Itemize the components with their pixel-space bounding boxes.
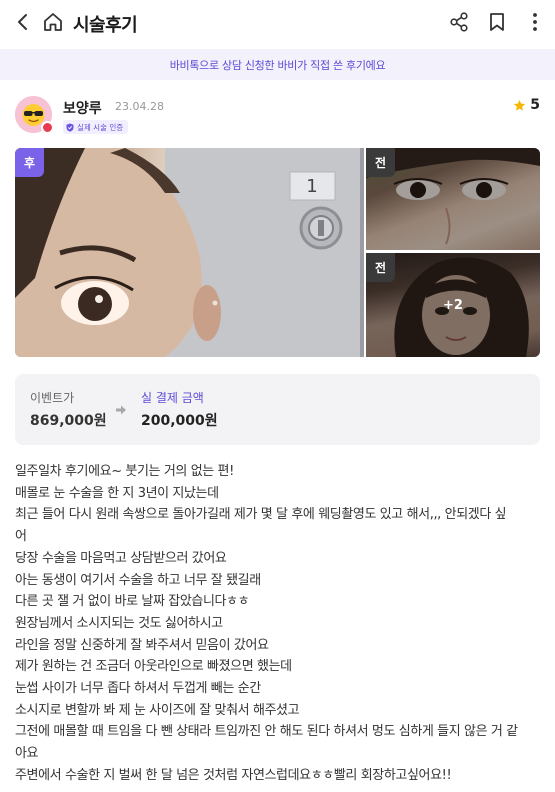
before-tag-1: 전 <box>366 148 395 177</box>
share-icon[interactable] <box>446 9 472 35</box>
bookmark-icon[interactable] <box>484 9 510 35</box>
before-photo-1[interactable]: 전 <box>366 148 540 250</box>
after-photo[interactable]: 1 후 <box>15 148 364 357</box>
review-line: 눈썹 사이가 너무 좁다 하셔서 두껍게 빼는 순간 <box>15 681 261 697</box>
review-line: 라인을 정말 신중하게 잘 봐주셔서 믿음이 갔어요 <box>15 637 269 653</box>
after-photo-image: 1 <box>15 148 364 357</box>
shield-check-icon <box>66 123 74 132</box>
avatar[interactable] <box>15 96 54 134</box>
svg-text:1: 1 <box>306 176 317 197</box>
paid-price-value: 200,000원 <box>141 413 218 429</box>
review-line: 그전에 매몰할 때 트임을 다 뺀 상태라 트임까진 안 해도 된다 하셔서 멍… <box>15 724 518 740</box>
info-banner: 바비톡으로 상담 신청한 바비가 직접 쓴 후기에요 <box>0 49 555 80</box>
more-photos-count[interactable]: +2 <box>366 253 540 357</box>
review-line: 주변에서 수술한 지 벌써 한 달 넘은 것처럼 자연스럽데요ㅎㅎ빨리 회장하고… <box>15 767 452 783</box>
chevron-left-icon[interactable] <box>10 9 36 35</box>
review-line: 원장님께서 소시지되는 것도 싫어하시고 <box>15 615 223 631</box>
before-photo-2[interactable]: 전 +2 <box>366 253 540 357</box>
review-line: 최근 들어 다시 원래 속쌍으로 돌아가길래 제가 몇 달 후에 웨딩촬영도 있… <box>15 507 507 523</box>
review-line: 다른 곳 잴 거 없이 바로 날짜 잡았습니다ㅎㅎ <box>15 594 250 610</box>
review-line: 일주일차 후기에요~ 붓기는 거의 없는 편! <box>15 464 234 479</box>
review-line: 소시지로 변할까 봐 제 눈 사이즈에 잘 맞춰서 해주셨고 <box>15 702 300 718</box>
page-title: 시술후기 <box>73 15 138 36</box>
author-name[interactable]: 보양루 <box>63 98 102 118</box>
top-app-bar: 시술후기 <box>0 0 555 46</box>
price-card: 이벤트가 869,000원 실 결제 금액 200,000원 <box>15 374 540 445</box>
more-vertical-icon[interactable] <box>522 9 548 35</box>
star-icon <box>514 99 526 111</box>
arrow-right-icon <box>116 405 126 415</box>
home-icon[interactable] <box>40 9 66 35</box>
review-line: 아요 <box>15 746 39 762</box>
event-price-label: 이벤트가 <box>30 391 75 405</box>
review-line: 어 <box>15 529 27 545</box>
verified-badge: 실제 시술 인증 <box>63 120 129 134</box>
avatar-badge-icon <box>41 121 54 134</box>
review-body: 일주일차 후기에요~ 붓기는 거의 없는 편! 매몰로 눈 수술을 한 지 3년… <box>15 461 543 787</box>
verified-badge-label: 실제 시술 인증 <box>77 122 124 132</box>
rating: 5 <box>513 97 540 113</box>
review-line: 제가 원하는 건 조금더 아웃라인으로 빠졌으면 했는데 <box>15 659 292 675</box>
after-tag: 후 <box>15 148 44 177</box>
review-line: 매몰로 눈 수술을 한 지 3년이 지났는데 <box>15 485 219 501</box>
review-date: 23.04.28 <box>115 100 164 113</box>
event-price-value: 869,000원 <box>30 413 107 429</box>
paid-price-label: 실 결제 금액 <box>141 391 204 405</box>
review-line: 당장 수술을 마음먹고 상담받으러 갔어요 <box>15 550 227 566</box>
rating-value: 5 <box>530 97 540 113</box>
review-line: 아는 동생이 여기서 수술을 하고 너무 잘 됐길래 <box>15 572 261 588</box>
